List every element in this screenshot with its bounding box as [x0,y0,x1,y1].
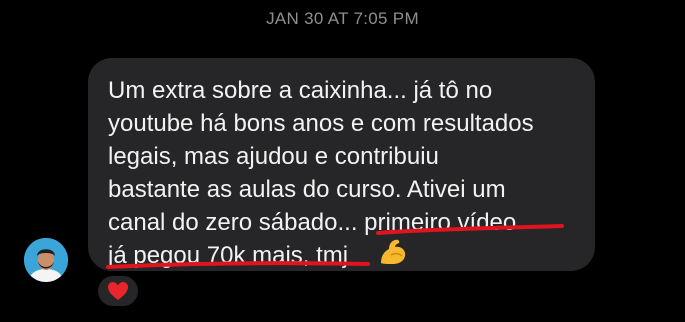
reaction-badge[interactable] [95,273,141,309]
avatar[interactable] [24,238,68,282]
timestamp: JAN 30 AT 7:05 PM [266,9,419,28]
heart-icon [108,282,128,300]
avatar-image [24,238,68,282]
message-text: Um extra sobre a caixinha... já tô no yo… [108,77,534,269]
flexed-biceps-icon [381,239,406,264]
